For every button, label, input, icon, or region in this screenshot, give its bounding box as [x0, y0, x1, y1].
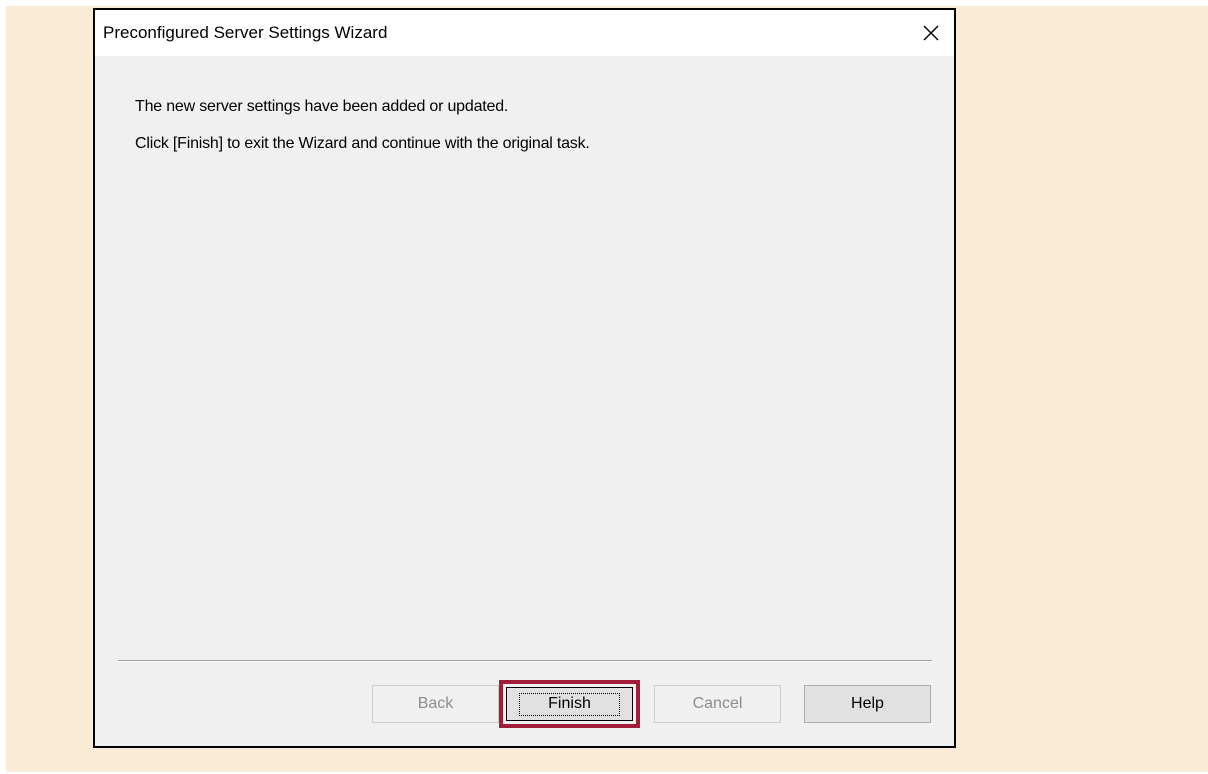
finish-button[interactable]: Finish: [506, 687, 633, 721]
wizard-dialog: Preconfigured Server Settings Wizard The…: [93, 8, 956, 748]
title-bar: Preconfigured Server Settings Wizard: [95, 10, 954, 56]
back-button[interactable]: Back: [372, 685, 499, 723]
window-title: Preconfigured Server Settings Wizard: [103, 23, 388, 42]
message-line-2: Click [Finish] to exit the Wizard and co…: [135, 135, 590, 152]
close-button[interactable]: [908, 10, 954, 56]
finish-button-label: Finish: [519, 692, 620, 716]
finish-highlight: Finish: [499, 680, 640, 728]
message-line-1: The new server settings have been added …: [135, 98, 509, 115]
button-separator: [118, 660, 932, 662]
close-icon: [923, 25, 939, 41]
help-button[interactable]: Help: [804, 685, 931, 723]
cancel-button[interactable]: Cancel: [654, 685, 781, 723]
